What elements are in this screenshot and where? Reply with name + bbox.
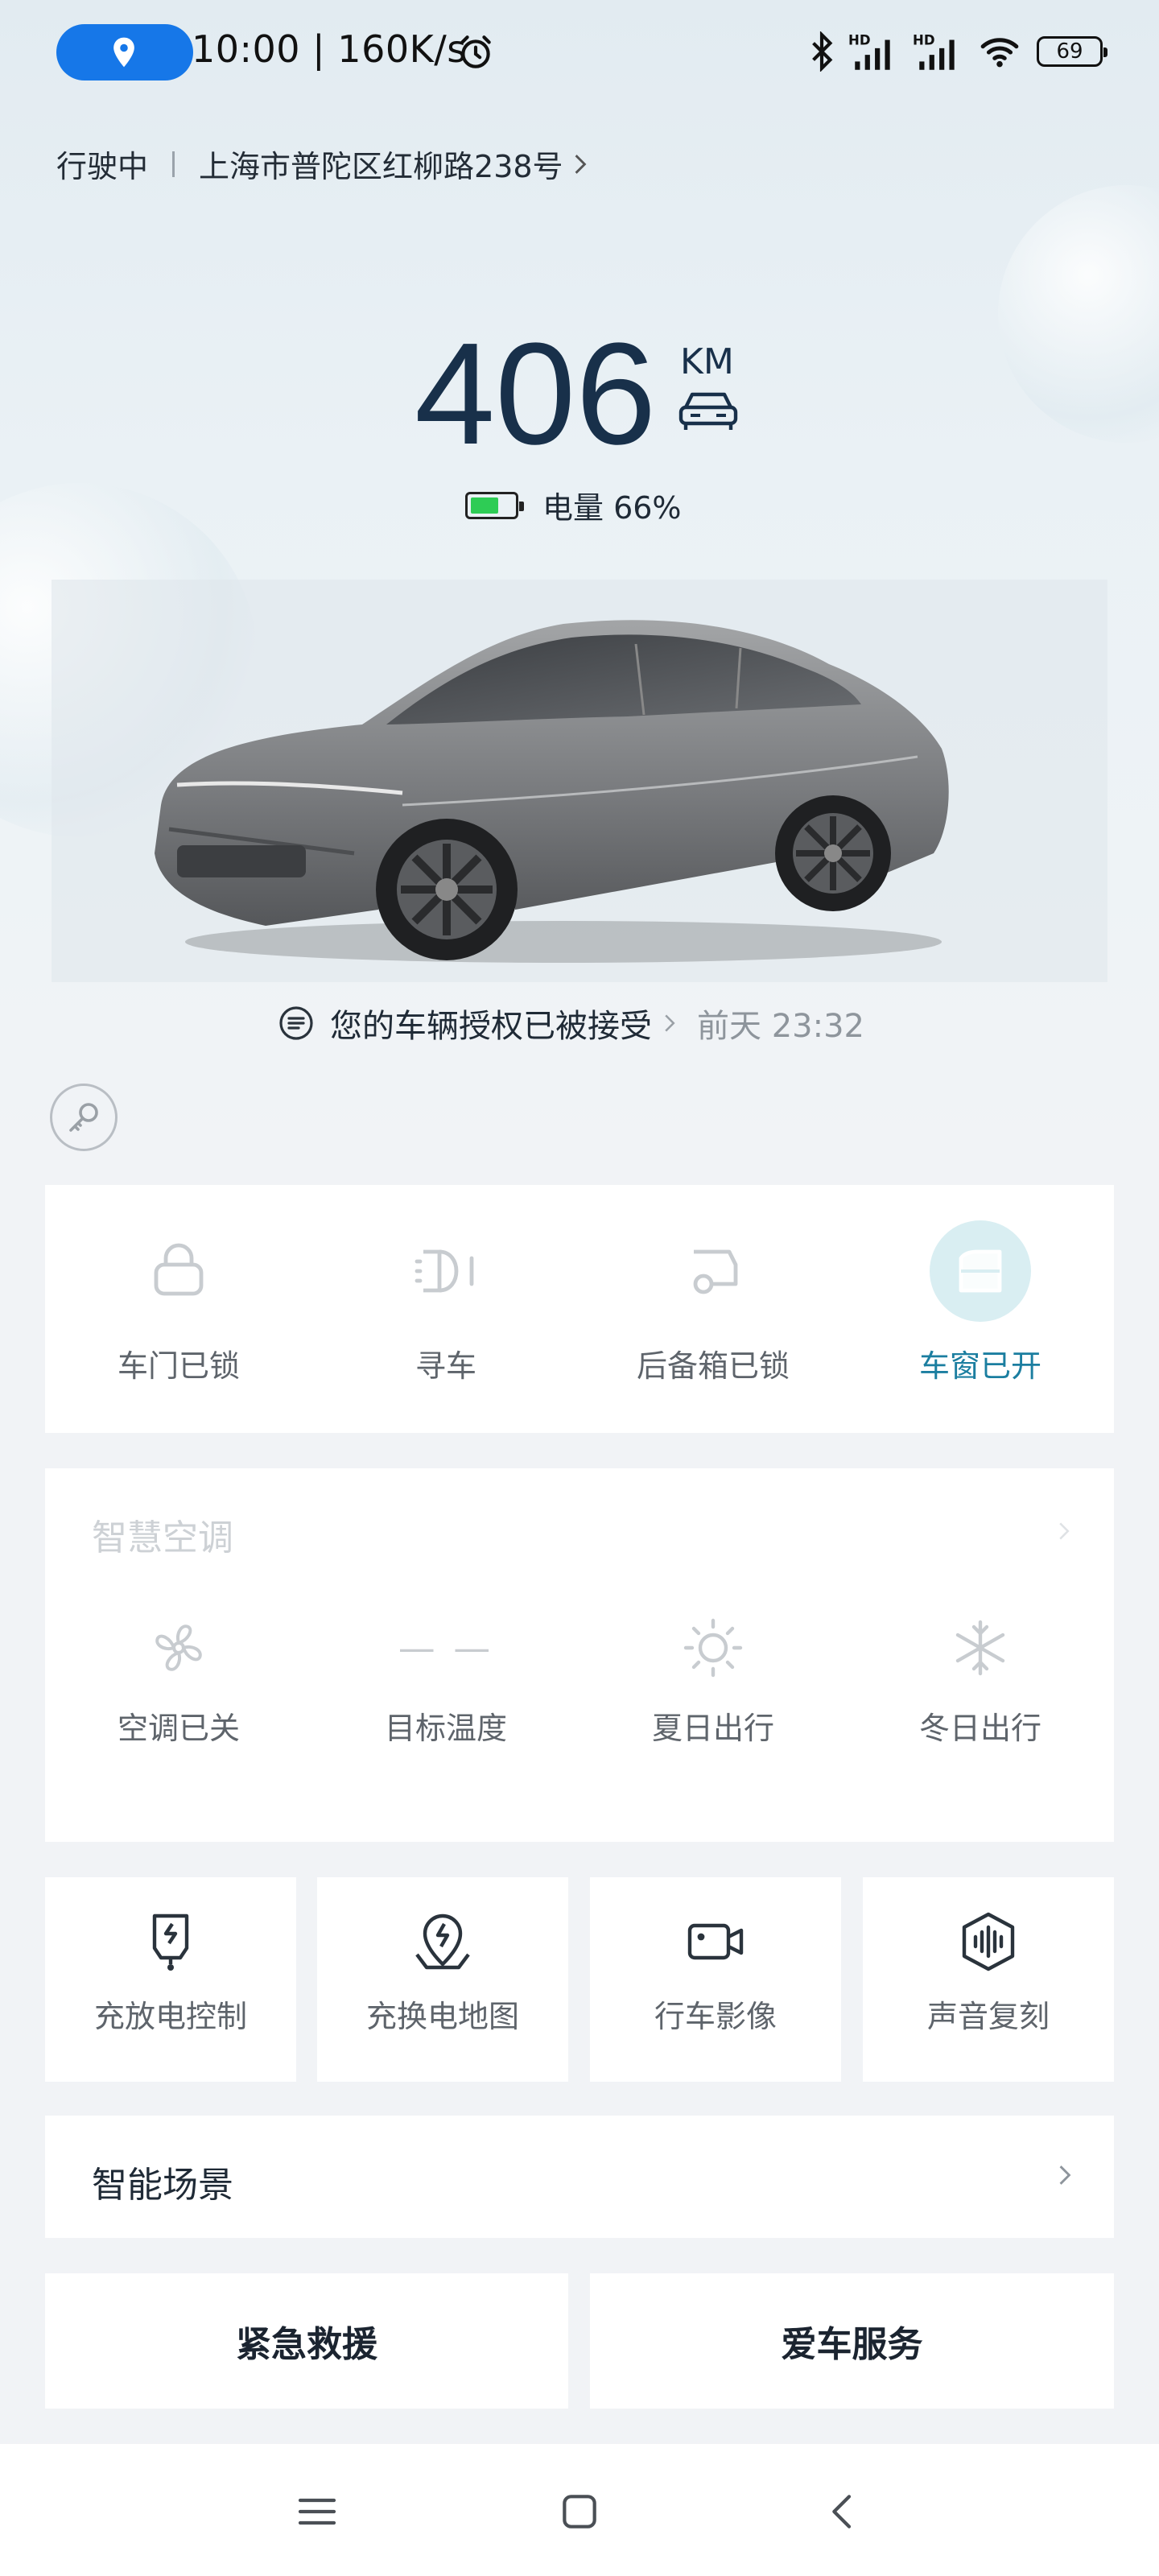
charge-map-label: 充换电地图: [365, 1999, 519, 2034]
summer-mode-label: 夏日出行: [651, 1711, 774, 1746]
trunk-button[interactable]: 后备箱已锁: [580, 1185, 847, 1433]
chevron-right-icon: [665, 1014, 675, 1032]
range-display: 406 KM: [0, 314, 1159, 475]
menu-icon[interactable]: [295, 2489, 340, 2534]
ac-power-button[interactable]: 空调已关: [45, 1612, 312, 1748]
svg-text:HD: HD: [848, 33, 871, 48]
climate-card[interactable]: 智慧空调 空调已关 — — 目标温度 夏日出行 冬日出行: [45, 1468, 1114, 1842]
driving-status: 行驶中: [56, 149, 149, 184]
voice-icon: [962, 1912, 1015, 1971]
target-temp-button[interactable]: — — 目标温度: [312, 1612, 580, 1748]
door-lock-label: 车门已锁: [117, 1348, 240, 1384]
chevron-right-icon: [1059, 2165, 1071, 2185]
sun-icon: [681, 1612, 745, 1684]
battery-fill: [471, 497, 499, 514]
charge-map-icon: [415, 1913, 470, 1970]
voice-clone-tile[interactable]: 声音复刻: [863, 1877, 1114, 2082]
authorization-notice[interactable]: 您的车辆授权已被接受 前天 23:32: [277, 1000, 864, 1046]
car-image: [155, 620, 949, 963]
charge-control-tile[interactable]: 充放电控制: [45, 1877, 296, 2082]
winter-mode-button[interactable]: 冬日出行: [847, 1612, 1114, 1748]
window-button[interactable]: 车窗已开: [847, 1185, 1114, 1433]
battery-level-icon: [465, 491, 524, 519]
snowflake-icon: [948, 1612, 1013, 1684]
charge-control-icon: [152, 1913, 189, 1971]
chevron-right-icon: [1059, 1522, 1070, 1540]
find-car-label: 寻车: [415, 1348, 476, 1384]
alarm-icon: [460, 35, 491, 68]
wifi-icon: [980, 38, 1019, 68]
headlight-icon: [395, 1220, 497, 1322]
signal-hd-icon: HD: [848, 33, 890, 70]
driving-camera-tile[interactable]: 行车影像: [590, 1877, 841, 2082]
charge-map-tile[interactable]: 充换电地图: [317, 1877, 568, 2082]
window-icon: [930, 1220, 1031, 1322]
find-car-button[interactable]: 寻车: [312, 1185, 580, 1433]
digital-key-button[interactable]: [50, 1084, 118, 1151]
climate-title: 智慧空调: [92, 1517, 233, 1558]
status-time: 10:00 | 160K/s: [192, 27, 467, 71]
svg-text:HD: HD: [913, 33, 935, 48]
back-icon[interactable]: [821, 2489, 866, 2534]
car-front-icon: [678, 392, 738, 430]
battery-icon: 69: [1037, 36, 1107, 67]
notice-text: 您的车辆授权已被接受: [330, 1008, 652, 1045]
system-nav-bar: [0, 2444, 1159, 2576]
vehicle-controls-card: 车门已锁 寻车 后备箱已锁 车窗已开: [45, 1185, 1114, 1433]
door-lock-button[interactable]: 车门已锁: [45, 1185, 312, 1433]
emergency-rescue-button[interactable]: 紧急救援: [45, 2273, 568, 2409]
smart-scene-label: 智能场景: [92, 2165, 233, 2206]
trunk-icon: [662, 1220, 764, 1322]
battery-row: 电量 66%: [465, 483, 682, 527]
smart-scene-row[interactable]: 智能场景: [45, 2116, 1114, 2238]
battery-level-text: 69: [1056, 39, 1083, 64]
ac-power-label: 空调已关: [117, 1711, 240, 1746]
signal-hd-icon: HD: [913, 33, 955, 70]
voice-clone-label: 声音复刻: [926, 1999, 1050, 2034]
range-value: 406: [415, 313, 657, 475]
divider: [172, 151, 175, 177]
location-pill[interactable]: [56, 24, 193, 80]
driving-camera-label: 行车影像: [654, 1999, 777, 2034]
location-pin-icon: [113, 37, 134, 68]
trunk-label: 后备箱已锁: [636, 1348, 790, 1384]
address-text: 上海市普陀区红柳路238号: [199, 149, 563, 184]
lock-icon: [128, 1220, 229, 1322]
bluetooth-icon: [812, 31, 833, 72]
summer-mode-button[interactable]: 夏日出行: [580, 1612, 847, 1748]
car-service-label: 爱车服务: [781, 2324, 923, 2365]
key-icon: [69, 1103, 98, 1132]
fan-icon: [146, 1612, 211, 1684]
car-service-button[interactable]: 爱车服务: [590, 2273, 1114, 2409]
location-row[interactable]: 行驶中 上海市普陀区红柳路238号: [56, 142, 588, 186]
chevron-right-icon: [575, 154, 586, 174]
range-unit: KM: [680, 341, 734, 382]
target-temp-label: 目标温度: [384, 1711, 507, 1746]
charge-control-label: 充放电控制: [93, 1999, 247, 2034]
target-temp-value: — —: [398, 1626, 494, 1670]
battery-label: 电量 66%: [542, 490, 682, 526]
winter-mode-label: 冬日出行: [918, 1711, 1041, 1746]
notice-time: 前天 23:32: [697, 1008, 864, 1045]
message-icon: [279, 1006, 313, 1040]
window-label: 车窗已开: [918, 1348, 1041, 1384]
home-icon[interactable]: [557, 2489, 602, 2534]
emergency-rescue-label: 紧急救援: [236, 2324, 377, 2365]
status-bar: 10:00 | 160K/s HD HD 69: [0, 0, 1159, 105]
camera-icon: [687, 1923, 744, 1960]
